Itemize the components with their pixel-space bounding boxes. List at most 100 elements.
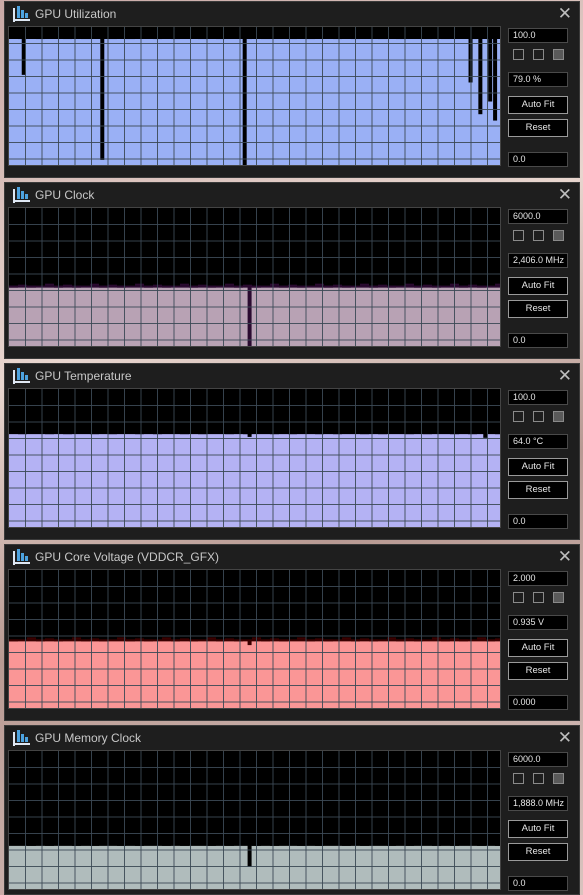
graph-jitter [9, 431, 18, 434]
graph-jitter [225, 638, 234, 641]
graph-jitter [360, 638, 369, 641]
graph-jitter [423, 841, 432, 844]
graph-jitter [135, 283, 144, 286]
current-value-field: 2,406.0 MHz [508, 253, 568, 268]
checkbox-1[interactable] [513, 773, 524, 784]
graph-plot [8, 750, 501, 890]
graph-jitter [81, 430, 90, 433]
min-value-field[interactable]: 0.0 [508, 152, 568, 167]
close-icon[interactable]: ✕ [558, 547, 572, 567]
title-bar[interactable]: GPU Core Voltage (VDDCR_GFX) ✕ [5, 545, 579, 569]
max-value-field[interactable]: 6000.0 [508, 752, 568, 767]
graph-jitter [477, 36, 486, 39]
graph-jitter [324, 431, 333, 434]
graph-jitter [441, 842, 450, 845]
title-bar[interactable]: GPU Memory Clock ✕ [5, 726, 579, 750]
graph-jitter [135, 843, 144, 846]
graph-plot [8, 207, 501, 347]
graph-jitter [297, 843, 306, 846]
close-icon[interactable]: ✕ [558, 4, 572, 24]
checkbox-3[interactable] [553, 49, 564, 60]
close-icon[interactable]: ✕ [558, 366, 572, 386]
min-value-field[interactable]: 0.0 [508, 514, 568, 529]
graph-jitter [171, 842, 180, 845]
window-title: GPU Memory Clock [35, 731, 142, 745]
checkbox-2[interactable] [533, 411, 544, 422]
graph-fill [9, 640, 500, 708]
checkbox-3[interactable] [553, 773, 564, 784]
checkbox-3[interactable] [553, 592, 564, 603]
graph-dip [247, 640, 252, 646]
auto-fit-button[interactable]: Auto Fit [508, 277, 568, 295]
graph-jitter [405, 283, 414, 286]
title-bar[interactable]: GPU Clock ✕ [5, 183, 579, 207]
graph-jitter [369, 431, 378, 434]
checkbox-1[interactable] [513, 592, 524, 603]
graph-jitter [135, 638, 144, 641]
max-value-field[interactable]: 2.000 [508, 571, 568, 586]
max-value-field[interactable]: 100.0 [508, 390, 568, 405]
gpu-core-voltage-window: GPU Core Voltage (VDDCR_GFX) ✕ 2.000 0.9… [4, 544, 580, 721]
graph-jitter [144, 35, 153, 38]
min-value-field[interactable]: 0.0 [508, 876, 568, 891]
graph-jitter [198, 841, 207, 844]
auto-fit-button[interactable]: Auto Fit [508, 96, 568, 114]
checkbox-2[interactable] [533, 773, 544, 784]
current-value-field: 0.935 V [508, 615, 568, 630]
graph-jitter [9, 35, 18, 38]
reset-button[interactable]: Reset [508, 300, 568, 318]
graph-jitter [270, 283, 279, 286]
reset-button[interactable]: Reset [508, 481, 568, 499]
gpu-temperature-window: GPU Temperature ✕ 100.0 64.0 °C Auto Fit… [4, 363, 580, 540]
graph-jitter [279, 431, 288, 434]
graph-jitter [396, 842, 405, 845]
auto-fit-button[interactable]: Auto Fit [508, 639, 568, 657]
checkbox-2[interactable] [533, 230, 544, 241]
graph-jitter [180, 432, 189, 435]
graph-jitter [360, 283, 369, 286]
checkbox-1[interactable] [513, 230, 524, 241]
graph-jitter [261, 639, 270, 642]
graph-jitter [234, 35, 243, 38]
close-icon[interactable]: ✕ [558, 185, 572, 205]
max-value-field[interactable]: 100.0 [508, 28, 568, 43]
app-icon [13, 549, 30, 565]
max-value-field[interactable]: 6000.0 [508, 209, 568, 224]
min-value-field[interactable]: 0.0 [508, 333, 568, 348]
title-bar[interactable]: GPU Utilization ✕ [5, 2, 579, 26]
checkbox-1[interactable] [513, 411, 524, 422]
graph-jitter [477, 285, 486, 288]
graph-jitter [441, 430, 450, 433]
graph-jitter [441, 37, 450, 40]
min-value-field[interactable]: 0.000 [508, 695, 568, 710]
reset-button[interactable]: Reset [508, 119, 568, 137]
auto-fit-button[interactable]: Auto Fit [508, 458, 568, 476]
graph-dip [488, 38, 493, 102]
graph-jitter [495, 638, 500, 641]
reset-button[interactable]: Reset [508, 662, 568, 680]
graph-jitter [126, 430, 135, 433]
graph-jitter [72, 285, 81, 288]
title-bar[interactable]: GPU Temperature ✕ [5, 364, 579, 388]
graph-jitter [459, 431, 468, 434]
checkbox-2[interactable] [533, 49, 544, 60]
graph-jitter [342, 36, 351, 39]
checkbox-3[interactable] [553, 230, 564, 241]
close-icon[interactable]: ✕ [558, 728, 572, 748]
auto-fit-button[interactable]: Auto Fit [508, 820, 568, 838]
graph-controls: 2.000 0.935 V Auto Fit Reset 0.000 [504, 569, 574, 713]
graph-jitter [405, 638, 414, 641]
gpu-memory-clock-window: GPU Memory Clock ✕ 6000.0 1,888.0 MHz Au… [4, 725, 580, 895]
graph-jitter [441, 639, 450, 642]
graph-jitter [495, 283, 500, 286]
checkbox-3[interactable] [553, 411, 564, 422]
window-title: GPU Core Voltage (VDDCR_GFX) [35, 550, 220, 564]
graph-jitter [81, 842, 90, 845]
graph-jitter [378, 284, 387, 287]
checkbox-1[interactable] [513, 49, 524, 60]
graph-fill [9, 286, 500, 346]
graph-jitter [63, 432, 72, 435]
checkbox-2[interactable] [533, 592, 544, 603]
graph-jitter [108, 841, 117, 844]
reset-button[interactable]: Reset [508, 843, 568, 861]
